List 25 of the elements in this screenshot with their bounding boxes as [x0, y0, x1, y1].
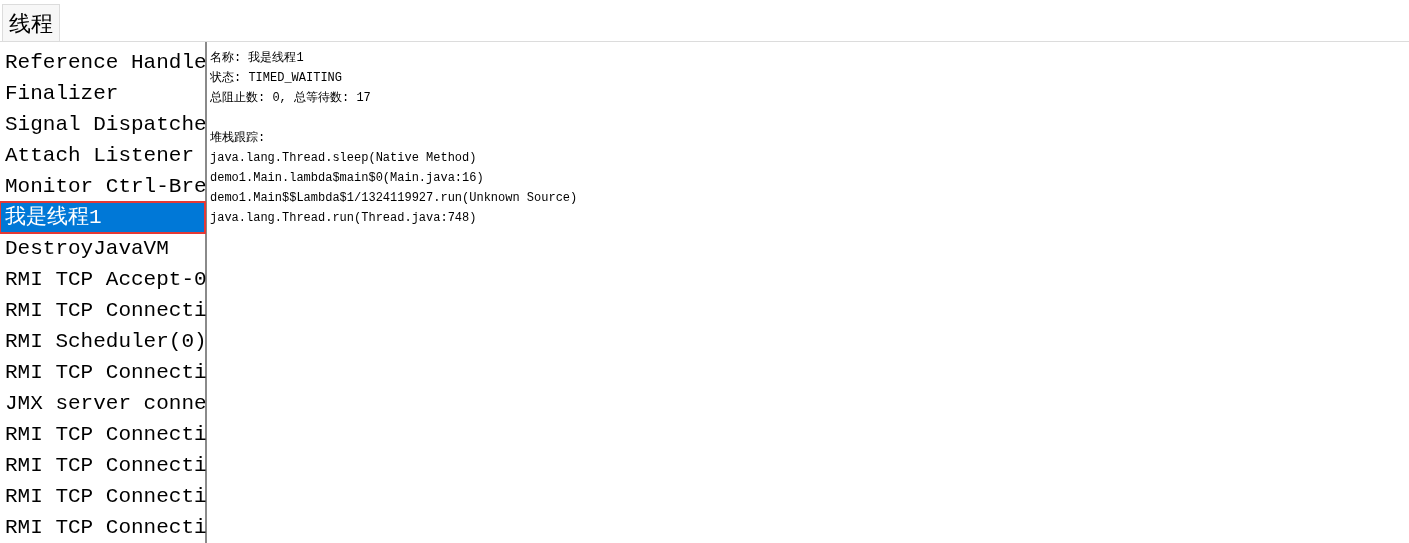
thread-item[interactable]: RMI TCP Connecti	[0, 295, 205, 326]
thread-item[interactable]: Attach Listener	[0, 140, 205, 171]
stack-frame: java.lang.Thread.sleep(Native Method)	[210, 148, 578, 168]
thread-item[interactable]: RMI TCP Connecti	[0, 512, 205, 543]
detail-line: 状态: TIMED_WAITING	[210, 70, 344, 87]
thread-item[interactable]: Reference Handle	[0, 47, 205, 78]
thread-item[interactable]: Finalizer	[0, 78, 205, 109]
thread-item[interactable]: RMI TCP Accept-0	[0, 264, 205, 295]
thread-item[interactable]: JMX server conne	[0, 388, 205, 419]
stack-trace-title: 堆栈跟踪:	[210, 130, 267, 147]
thread-item[interactable]: DestroyJavaVM	[0, 233, 205, 264]
tab[interactable]: 线程	[2, 4, 60, 41]
thread-item[interactable]: Monitor Ctrl-Bre	[0, 171, 205, 202]
thread-item[interactable]: Signal Dispatche	[0, 109, 205, 140]
stack-frame: demo1.Main$$Lambda$1/1324119927.run(Unknown Source)	[210, 188, 578, 208]
thread-item[interactable]: RMI TCP Connecti	[0, 419, 205, 450]
thread-item[interactable]: 我是线程1	[0, 202, 205, 233]
stack-frame: java.lang.Thread.run(Thread.java:748)	[210, 208, 578, 228]
stack-frame: demo1.Main.lambda$main$0(Main.java:16)	[210, 168, 578, 188]
thread-item[interactable]: RMI TCP Connecti	[0, 450, 205, 481]
thread-item[interactable]: RMI TCP Connecti	[0, 357, 205, 388]
thread-item[interactable]: RMI TCP Connecti	[0, 481, 205, 512]
detail-line: 总阻止数: 0, 总等待数: 17	[210, 90, 372, 107]
detail-line: 名称: 我是线程1	[210, 50, 305, 67]
thread-item[interactable]: RMI Scheduler(0)	[0, 326, 205, 357]
